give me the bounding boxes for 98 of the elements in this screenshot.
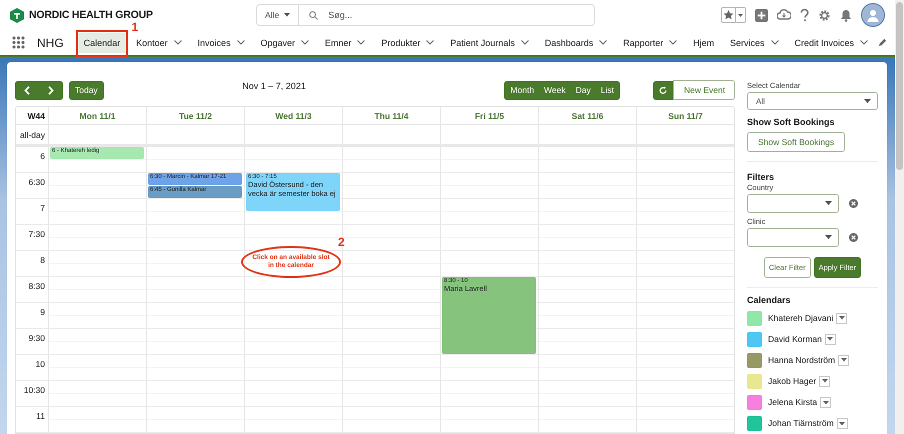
time-label: 9:30 (28, 333, 45, 343)
day-header: Fri 11/5 (440, 107, 538, 124)
day-header: Thu 11/4 (342, 107, 440, 124)
cloud-icon[interactable] (777, 9, 791, 21)
chevron-icon (669, 40, 678, 45)
calendar-menu-button[interactable] (836, 312, 848, 324)
clear-icon[interactable] (849, 198, 858, 208)
caret-icon (840, 358, 847, 362)
nav-tab[interactable]: Patient Journals (444, 32, 535, 52)
calendar-name: David Korman (768, 334, 822, 344)
calendar-menu-button[interactable] (819, 376, 830, 387)
annotation-box (76, 30, 128, 56)
time-label: 7:30 (28, 229, 45, 239)
calendar-name: Jakob Hager (768, 376, 816, 386)
time-label: 7 (40, 203, 45, 213)
chevron-icon (357, 40, 366, 45)
new-event-button[interactable]: New Event (672, 80, 735, 100)
annotation-number: 2 (338, 235, 345, 249)
caret-icon (864, 99, 871, 104)
nav-tab[interactable]: Credit Invoices (788, 32, 874, 52)
nav-tab[interactable]: Opgaver (254, 32, 316, 52)
chevron-right-icon (48, 86, 54, 94)
chevron-icon (236, 40, 245, 45)
time-label: 9 (40, 307, 45, 317)
caret-icon (738, 14, 743, 16)
date-range-title: Nov 1 – 7, 2021 (242, 81, 306, 91)
chevron-icon (770, 40, 779, 45)
calendar-name: Hanna Nordström (768, 355, 836, 366)
calendar-menu-button[interactable] (824, 334, 836, 345)
calendar-menu-button[interactable] (838, 354, 850, 366)
chevron-icon (426, 40, 434, 45)
logo-text: NORDIC HEALTH GROUP (29, 9, 153, 21)
day-header: Wed 11/3 (244, 107, 342, 124)
day-header: Tue 11/2 (146, 107, 244, 124)
nav-tab[interactable]: Hjem (687, 32, 720, 52)
refresh-icon (658, 86, 667, 94)
caret-icon (839, 422, 846, 426)
chevron-left-icon (24, 86, 30, 94)
calendar-menu-button[interactable] (836, 418, 848, 429)
star-icon (722, 9, 735, 21)
app-launcher-icon[interactable] (12, 36, 25, 49)
scrollbar-thumb[interactable] (896, 2, 903, 170)
time-label: 10:30 (24, 385, 45, 395)
nav-tab[interactable]: Services (724, 32, 785, 52)
caret-icon (284, 13, 290, 17)
plus-icon[interactable] (755, 8, 768, 22)
chevron-icon (301, 40, 310, 45)
clear-icon[interactable] (849, 232, 858, 242)
caret-icon (827, 337, 834, 341)
section-heading: Calendars (747, 295, 792, 306)
nav-tab[interactable]: Invoices (192, 32, 251, 52)
search-field[interactable]: Søg... (299, 4, 595, 26)
show-soft-bookings-button[interactable]: Show Soft Bookings (747, 132, 846, 152)
caret-icon (825, 234, 832, 240)
annotation-number: 1 (132, 20, 138, 34)
caret-icon (822, 379, 828, 384)
caret-icon (822, 400, 829, 404)
nav-tab[interactable]: Rapporter (617, 32, 684, 52)
time-label: 6:30 (28, 177, 45, 187)
caret-icon (838, 316, 845, 320)
caret-icon (825, 200, 832, 206)
calendar-name: Khatereh Djavani (768, 313, 834, 323)
nav-tab[interactable]: Dashboards (538, 32, 614, 52)
nav-tab[interactable]: Produkter (375, 32, 440, 52)
chevron-icon (520, 40, 529, 45)
pencil-icon[interactable] (878, 38, 887, 47)
search-icon (309, 10, 318, 20)
day-header: Mon 11/1 (48, 107, 146, 124)
day-header: Sun 11/7 (636, 107, 734, 124)
all-day-label: all-day (20, 130, 46, 140)
day-header: Sat 11/6 (538, 107, 636, 124)
search-scope-dropdown[interactable]: Alle (256, 4, 300, 26)
today-button[interactable]: Today (69, 80, 104, 100)
time-label: 11 (36, 411, 45, 421)
nav-tab[interactable]: Emner (318, 32, 372, 52)
calendar-name: Johan Tiärnström (768, 418, 834, 428)
calendar-name: Jelena Kirsta (768, 397, 818, 408)
chevron-icon (599, 40, 608, 45)
time-label: 6 (40, 151, 45, 161)
calendar-select[interactable]: All (747, 92, 878, 110)
bell-icon[interactable] (840, 8, 852, 22)
nav-tab[interactable]: Kontoer (130, 32, 188, 52)
calendar-menu-button[interactable] (820, 396, 832, 408)
chevron-icon (860, 40, 868, 45)
time-label: 8 (40, 255, 45, 265)
logo-icon (10, 8, 24, 22)
week-number: W44 (26, 110, 46, 123)
section-heading: Show Soft Bookings (747, 117, 836, 128)
chevron-icon (174, 40, 182, 45)
app-name: NHG (37, 36, 64, 50)
settings-icon[interactable] (818, 8, 831, 22)
refresh-button[interactable] (652, 80, 673, 100)
section-heading: Filters (747, 172, 776, 182)
avatar-icon[interactable] (861, 3, 885, 27)
favorites-button[interactable] (721, 7, 746, 23)
time-label: 8:30 (28, 281, 45, 291)
help-icon[interactable] (800, 8, 809, 22)
time-label: 10 (36, 359, 45, 369)
